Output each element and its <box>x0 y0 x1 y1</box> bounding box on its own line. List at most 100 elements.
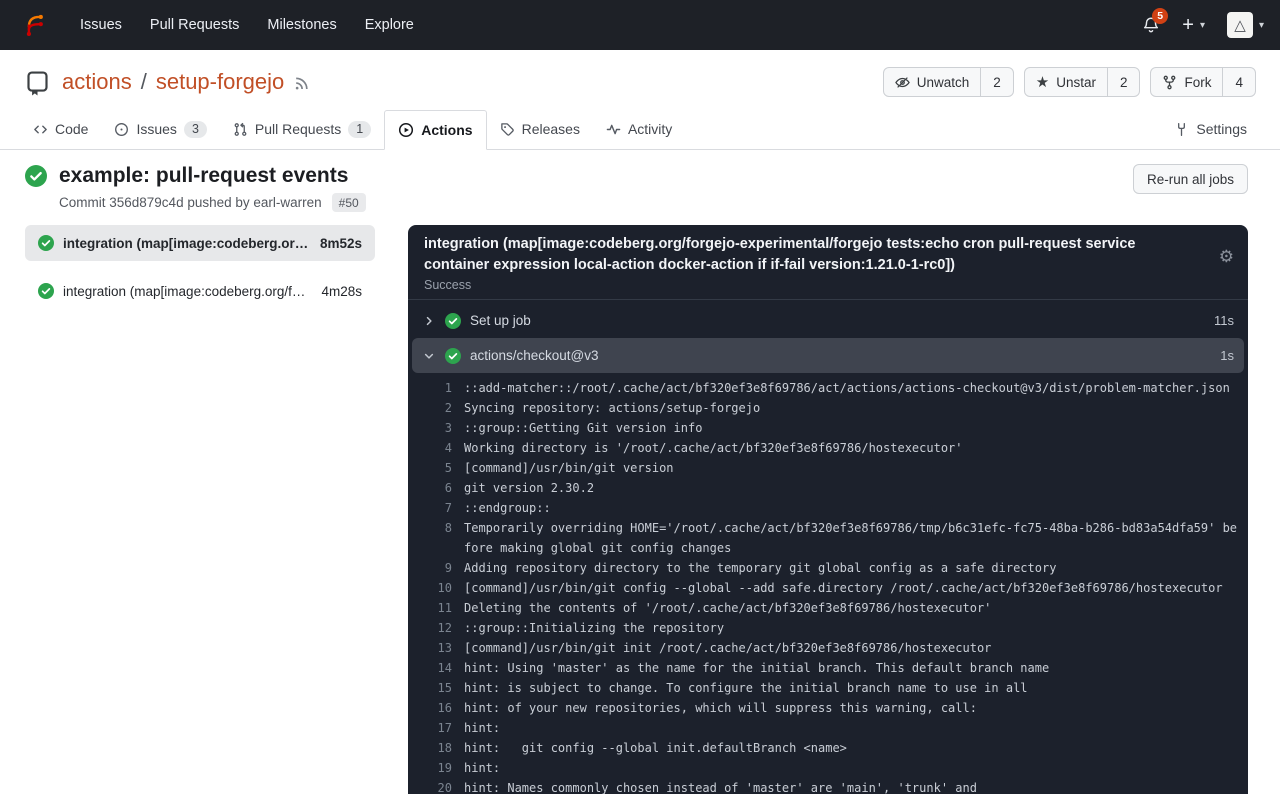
log-line-text: ::group::Getting Git version info <box>464 418 1239 438</box>
log-line: 12::group::Initializing the repository <box>408 618 1248 638</box>
log-line: 19hint: <box>408 758 1248 778</box>
log-viewer: 1::add-matcher::/root/.cache/act/bf320ef… <box>408 373 1248 794</box>
log-line: 4Working directory is '/root/.cache/act/… <box>408 438 1248 458</box>
repo-owner-link[interactable]: actions <box>62 69 132 95</box>
tag-icon <box>500 122 515 137</box>
forgejo-logo[interactable] <box>16 0 52 50</box>
log-line-text: [command]/usr/bin/git config --global --… <box>464 578 1239 598</box>
tab-pull-requests[interactable]: Pull Requests 1 <box>220 109 384 149</box>
chevron-down-icon: ▾ <box>1200 20 1205 31</box>
breadcrumb-separator: / <box>141 69 147 95</box>
pull-requests-count-badge: 1 <box>348 121 371 138</box>
log-line-text: Syncing repository: actions/setup-forgej… <box>464 398 1239 418</box>
rerun-all-jobs-button[interactable]: Re-run all jobs <box>1133 164 1248 194</box>
log-line-number[interactable]: 10 <box>422 578 452 598</box>
log-line: 5[command]/usr/bin/git version <box>408 458 1248 478</box>
pull-request-icon <box>233 122 248 137</box>
run-title: example: pull-request events <box>59 164 348 188</box>
run-body: integration (map[image:codeberg.org/forg… <box>0 212 1280 794</box>
repo-name-link[interactable]: setup-forgejo <box>156 69 284 95</box>
tab-releases[interactable]: Releases <box>487 109 593 149</box>
tab-code[interactable]: Code <box>20 109 101 149</box>
forks-count[interactable]: 4 <box>1222 68 1255 96</box>
job-name: integration (map[image:codeberg.org/forg… <box>63 236 311 251</box>
jobs-sidebar: integration (map[image:codeberg.org/forg… <box>25 225 375 309</box>
step-actions-checkout[interactable]: actions/checkout@v3 1s <box>412 338 1244 373</box>
navbar-right: 5 + ▾ △ ▾ <box>1142 12 1264 38</box>
plus-icon: + <box>1182 15 1194 35</box>
log-line-text: hint: git config --global init.defaultBr… <box>464 738 1239 758</box>
log-line-number[interactable]: 3 <box>422 418 452 438</box>
issues-count-badge: 3 <box>184 121 207 138</box>
unwatch-label: Unwatch <box>917 75 970 90</box>
log-line-number[interactable]: 1 <box>422 378 452 398</box>
unstar-button[interactable]: ★ Unstar 2 <box>1024 67 1141 97</box>
log-line: 13[command]/usr/bin/git init /root/.cach… <box>408 638 1248 658</box>
nav-link-milestones[interactable]: Milestones <box>253 0 350 50</box>
tools-icon <box>1174 122 1189 137</box>
log-line-number[interactable]: 8 <box>422 518 452 538</box>
log-line-text: hint: Using 'master' as the name for the… <box>464 658 1239 678</box>
log-line: 17hint: <box>408 718 1248 738</box>
job-list-item[interactable]: integration (map[image:codeberg.org/forg… <box>25 273 375 309</box>
log-line-text: git version 2.30.2 <box>464 478 1239 498</box>
log-line-text: Adding repository directory to the tempo… <box>464 558 1239 578</box>
tab-activity[interactable]: Activity <box>593 109 685 149</box>
log-line-number[interactable]: 20 <box>422 778 452 794</box>
log-line-number[interactable]: 17 <box>422 718 452 738</box>
log-line-number[interactable]: 15 <box>422 678 452 698</box>
user-menu-button[interactable]: △ ▾ <box>1227 12 1264 38</box>
log-line-number[interactable]: 6 <box>422 478 452 498</box>
star-icon: ★ <box>1036 75 1049 90</box>
step-setup-job[interactable]: Set up job 11s <box>412 303 1244 338</box>
log-line-number[interactable]: 18 <box>422 738 452 758</box>
log-line-text: hint: of your new repositories, which wi… <box>464 698 1239 718</box>
log-line: 3::group::Getting Git version info <box>408 418 1248 438</box>
chevron-right-icon <box>422 315 436 327</box>
nav-link-explore[interactable]: Explore <box>351 0 428 50</box>
repository-icon <box>24 70 51 97</box>
step-duration: 11s <box>1214 313 1234 328</box>
log-line-number[interactable]: 12 <box>422 618 452 638</box>
gear-icon[interactable]: ⚙ <box>1219 247 1234 267</box>
job-list-item[interactable]: integration (map[image:codeberg.org/forg… <box>25 225 375 261</box>
log-line-number[interactable]: 11 <box>422 598 452 618</box>
log-line-number[interactable]: 16 <box>422 698 452 718</box>
log-line-text: hint: is subject to change. To configure… <box>464 678 1239 698</box>
success-check-icon <box>445 348 461 364</box>
chevron-down-icon: ▾ <box>1259 20 1264 31</box>
watchers-count[interactable]: 2 <box>980 68 1013 96</box>
stars-count[interactable]: 2 <box>1107 68 1140 96</box>
log-line-number[interactable]: 19 <box>422 758 452 778</box>
notifications-button[interactable]: 5 <box>1142 16 1160 34</box>
step-name: actions/checkout@v3 <box>470 348 599 363</box>
nav-link-issues[interactable]: Issues <box>66 0 136 50</box>
tab-issues[interactable]: Issues 3 <box>101 109 219 149</box>
fork-button[interactable]: Fork 4 <box>1150 67 1256 97</box>
log-line: 1::add-matcher::/root/.cache/act/bf320ef… <box>408 378 1248 398</box>
eye-off-icon <box>895 75 910 90</box>
tab-actions-label: Actions <box>421 122 472 138</box>
log-line-number[interactable]: 14 <box>422 658 452 678</box>
rss-icon[interactable] <box>293 75 310 92</box>
code-icon <box>33 122 48 137</box>
log-line: 9 Adding repository directory to the temp… <box>408 558 1248 578</box>
create-new-button[interactable]: + ▾ <box>1182 15 1205 35</box>
log-line-number[interactable]: 2 <box>422 398 452 418</box>
log-line-number[interactable]: 9 <box>422 558 452 578</box>
log-line-number[interactable]: 7 <box>422 498 452 518</box>
repo-tab-bar: Code Issues 3 Pull Requests 1 Actions Re… <box>0 109 1280 150</box>
unwatch-button[interactable]: Unwatch 2 <box>883 67 1014 97</box>
run-header: example: pull-request events Commit 356d… <box>0 150 1280 212</box>
run-subtitle: Commit 356d879c4d pushed by earl-warren … <box>59 193 366 212</box>
tab-settings[interactable]: Settings <box>1161 109 1260 149</box>
log-line-number[interactable]: 13 <box>422 638 452 658</box>
commit-line: Commit 356d879c4d pushed by earl-warren <box>59 195 322 210</box>
log-line-text: Temporarily overriding HOME='/root/.cach… <box>464 518 1239 558</box>
log-line-number[interactable]: 4 <box>422 438 452 458</box>
job-detail-title: integration (map[image:codeberg.org/forg… <box>424 234 1232 275</box>
tab-pull-requests-label: Pull Requests <box>255 121 341 137</box>
nav-link-pull-requests[interactable]: Pull Requests <box>136 0 253 50</box>
log-line-number[interactable]: 5 <box>422 458 452 478</box>
tab-actions[interactable]: Actions <box>384 110 486 150</box>
